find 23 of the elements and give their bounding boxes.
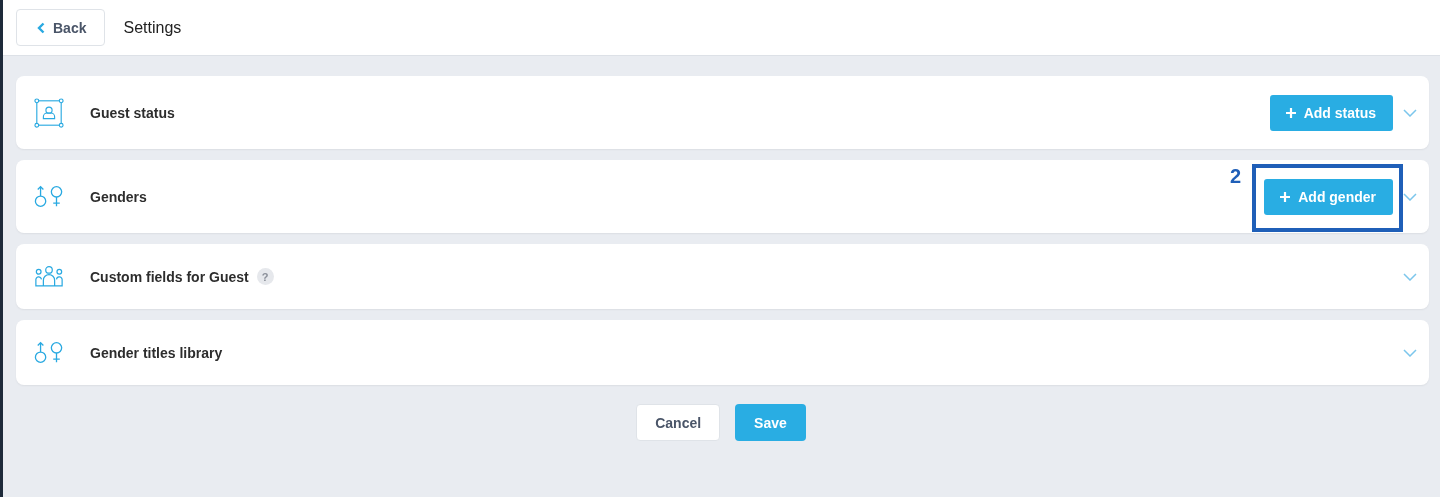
add-button[interactable]: Add gender bbox=[1264, 178, 1393, 215]
section-title: Genders bbox=[90, 188, 147, 205]
gender-icon bbox=[34, 185, 64, 208]
people-group-icon bbox=[34, 265, 64, 288]
plus-icon bbox=[1285, 107, 1296, 118]
person-frame-icon bbox=[34, 97, 64, 128]
chevron-down-icon[interactable] bbox=[1403, 192, 1417, 201]
add-button[interactable]: Add status bbox=[1269, 94, 1393, 131]
save-button[interactable]: Save bbox=[735, 404, 806, 441]
section-title: Gender titles library bbox=[90, 344, 223, 361]
section-title: Custom fields for Guest bbox=[90, 268, 249, 285]
plus-icon bbox=[1280, 191, 1291, 202]
section-title: Guest status bbox=[90, 104, 175, 121]
page-title: Settings bbox=[123, 18, 182, 37]
chevron-down-icon[interactable] bbox=[1403, 348, 1417, 357]
back-button[interactable]: Back bbox=[16, 9, 106, 46]
chevron-down-icon[interactable] bbox=[1403, 272, 1417, 281]
gender-icon bbox=[34, 341, 64, 364]
help-badge[interactable]: ? bbox=[256, 268, 274, 285]
cancel-button[interactable]: Cancel bbox=[636, 404, 721, 441]
annotation-number: 2 bbox=[1230, 165, 1242, 188]
chevron-down-icon[interactable] bbox=[1403, 108, 1417, 117]
chevron-left-icon bbox=[37, 21, 45, 34]
